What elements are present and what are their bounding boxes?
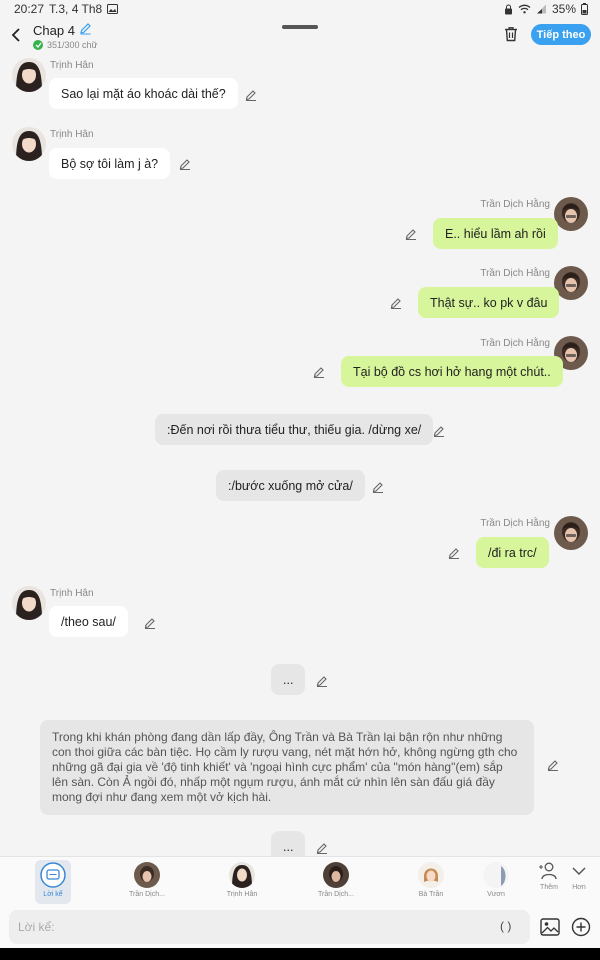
narration-bubble[interactable]: :Đến nơi rồi thưa tiểu thư, thiếu gia. /… (155, 414, 434, 445)
pencil-icon[interactable] (433, 424, 445, 437)
avatar (418, 862, 444, 888)
character-label: Trần Dịch... (129, 891, 165, 898)
avatar[interactable] (554, 266, 588, 300)
character-label: Trần Dịch... (318, 891, 354, 898)
delete-button[interactable] (502, 25, 520, 43)
speaker-name: Trịnh Hân (50, 129, 94, 140)
character-label: Vươn (487, 891, 505, 898)
pencil-icon[interactable] (547, 758, 559, 771)
message-bubble[interactable]: /đi ra trc/ (476, 537, 549, 568)
avatar (323, 862, 349, 888)
speaker-name: Trần Dịch Hằng (480, 199, 550, 210)
message-bubble[interactable]: Tại bộ đồ cs hơi hở hang một chút.. (341, 356, 563, 387)
avatar (134, 862, 160, 888)
battery-level: 35% (551, 2, 576, 16)
avatar (483, 862, 509, 888)
chevron-left-icon (11, 28, 20, 42)
message-bubble[interactable]: Thật sự.. ko pk v đâu (418, 287, 560, 318)
chevron-down-icon (572, 867, 586, 876)
speaker-name: Trịnh Hân (50, 588, 94, 599)
check-icon (33, 40, 43, 50)
character-label: Trịnh Hân (226, 891, 258, 898)
trash-icon (505, 27, 517, 42)
narration-bubble[interactable]: ... (271, 664, 306, 695)
avatar[interactable] (554, 516, 588, 550)
pencil-icon[interactable] (316, 841, 328, 854)
character-selector: Lời kể Trần Dịch... Trịnh Hân Trần Dịch.… (0, 856, 600, 906)
lock-icon (504, 4, 513, 15)
character-trinh-han[interactable]: Trịnh Hân (202, 860, 282, 904)
wifi-icon (518, 4, 531, 14)
avatar (229, 862, 255, 888)
chapter-header: Chap 4 351/300 chữ Tiếp theo (0, 18, 600, 52)
message-bubble[interactable]: E.. hiểu lầm ah rồi (433, 218, 558, 249)
message-bubble[interactable]: Sao lại mặt áo khoác dài thế? (49, 78, 238, 109)
avatar[interactable] (554, 197, 588, 231)
parenthesis-button[interactable]: ( ) (500, 919, 511, 933)
character-tran-dich[interactable]: Trần Dịch... (296, 860, 376, 904)
system-nav-bar (0, 948, 600, 960)
battery-icon (581, 3, 588, 15)
status-bar: 20:27 T.3, 4 Th8 35% (0, 0, 600, 18)
message-bubble[interactable]: /theo sau/ (49, 606, 128, 637)
next-chapter-button[interactable]: Tiếp theo (531, 24, 591, 45)
pencil-icon[interactable] (405, 227, 417, 240)
message-bubble[interactable]: Bộ sợ tôi làm j à? (49, 148, 171, 179)
pencil-icon[interactable] (245, 88, 257, 101)
narration-bubble[interactable]: :/bước xuống mở cửa/ (216, 470, 365, 501)
collapse-button[interactable]: Hơn (566, 862, 592, 902)
avatar[interactable] (12, 58, 46, 92)
pencil-icon (80, 23, 91, 35)
speaker-name: Trịnh Hân (50, 60, 94, 71)
add-button[interactable] (571, 917, 591, 937)
speaker-name: Trần Dịch Hằng (480, 268, 550, 279)
drag-handle[interactable] (282, 25, 318, 29)
word-count: 351/300 chữ (47, 40, 98, 50)
add-character-button[interactable]: Thêm (536, 862, 562, 902)
status-date: T.3, 4 Th8 (49, 2, 103, 16)
avatar[interactable] (12, 127, 46, 161)
pencil-icon[interactable] (316, 674, 328, 687)
chat-bubble-icon (40, 862, 66, 888)
speaker-name: Trần Dịch Hằng (480, 518, 550, 529)
plus-circle-icon (571, 917, 591, 937)
add-person-icon (539, 862, 557, 880)
narration-bubble[interactable]: Trong khi khán phòng đang dần lấp đầy, Ô… (40, 720, 534, 815)
action-label: Hơn (572, 884, 586, 891)
chapter-title-block: Chap 4 351/300 chữ (33, 22, 98, 50)
message-input[interactable] (9, 910, 530, 944)
character-label: Lời kể (43, 891, 63, 898)
character-label: Bà Trần (418, 891, 444, 898)
pencil-icon[interactable] (448, 546, 460, 559)
pencil-icon[interactable] (144, 616, 156, 629)
character-narrator[interactable]: Lời kể (35, 860, 71, 904)
gallery-icon (107, 4, 119, 14)
signal-icon (536, 4, 547, 14)
speaker-name: Trần Dịch Hằng (480, 338, 550, 349)
insert-image-button[interactable] (540, 918, 560, 936)
chapter-title: Chap 4 (33, 22, 75, 38)
pencil-icon[interactable] (179, 157, 191, 170)
pencil-icon[interactable] (390, 296, 402, 309)
character-ba-tran[interactable]: Bà Trần (391, 860, 471, 904)
status-time: 20:27 (14, 2, 45, 16)
back-button[interactable] (6, 24, 26, 46)
avatar[interactable] (12, 586, 46, 620)
narration-bubble[interactable]: ... (271, 831, 306, 856)
character-vuong[interactable]: Vươn (476, 860, 516, 904)
image-icon (540, 918, 560, 936)
edit-title-button[interactable] (79, 22, 92, 38)
pencil-icon[interactable] (313, 365, 325, 378)
pencil-icon[interactable] (372, 480, 384, 493)
action-label: Thêm (540, 884, 558, 891)
chat-area[interactable]: Trịnh Hân Sao lại mặt áo khoác dài thế? … (0, 52, 600, 856)
composer: ( ) (0, 906, 600, 948)
character-tran-dich-hang[interactable]: Trần Dịch... (107, 860, 187, 904)
